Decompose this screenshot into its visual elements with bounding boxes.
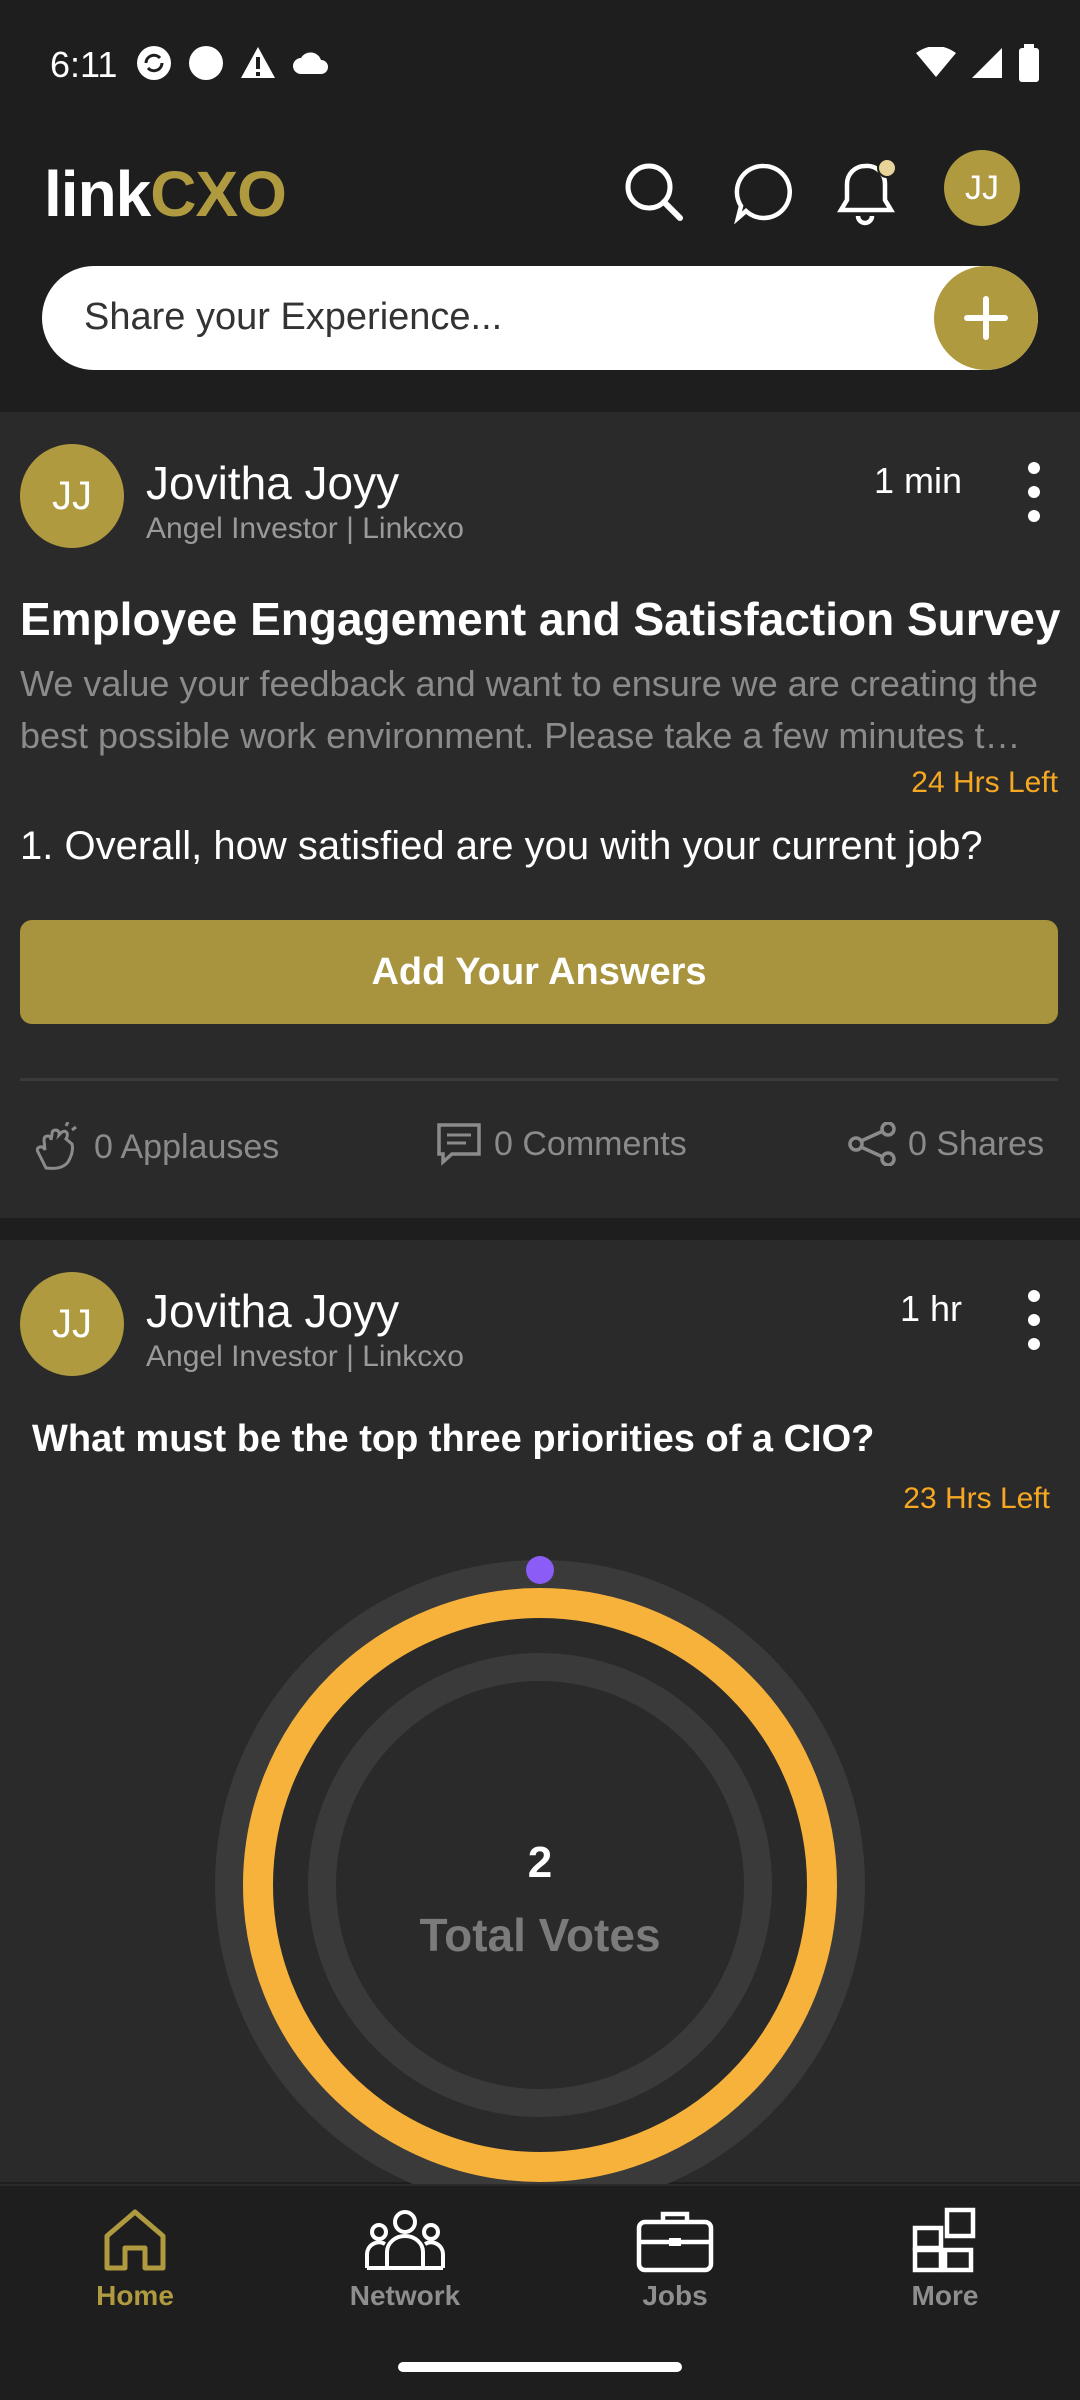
poll-question: What must be the top three priorities of… [32, 1418, 875, 1460]
sync-icon [137, 46, 171, 80]
battery-icon [1019, 44, 1039, 82]
nav-home-label: Home [96, 2280, 174, 2311]
post-time: 1 min [873, 460, 962, 501]
post-time: 1 hr [899, 1288, 962, 1329]
time-left-label: 23 Hrs Left [903, 1482, 1050, 1515]
time-left-label: 24 Hrs Left [911, 766, 1058, 799]
comments-button[interactable]: 0 Comments [436, 1122, 687, 1166]
app-header: link CXO JJ Share your Experience... [0, 128, 1080, 408]
total-votes-value: 2 [528, 1838, 552, 1887]
notifications-button[interactable] [826, 150, 910, 234]
author-avatar[interactable]: JJ [20, 444, 124, 548]
share-placeholder: Share your Experience... [84, 296, 503, 338]
messages-button[interactable] [722, 150, 806, 234]
survey-description: We value your feedback and want to ensur… [20, 663, 1038, 756]
status-system-icons [916, 44, 1040, 82]
author-role: Angel Investor | Linkcxo [146, 512, 464, 545]
nav-more[interactable]: More [845, 2206, 1045, 2312]
nav-network[interactable]: Network [305, 2206, 505, 2312]
post-header: JJ Jovitha Joyy Angel Investor | Linkcxo… [0, 1240, 1080, 1400]
nav-home[interactable]: Home [35, 2206, 235, 2312]
search-icon [625, 163, 683, 221]
wifi-icon [916, 47, 956, 77]
signal-icon [972, 48, 1002, 78]
more-options-button[interactable] [1014, 462, 1054, 522]
poll-donut-chart: 2 Total Votes [215, 1556, 865, 2210]
gesture-navigation-bar[interactable] [398, 2362, 682, 2372]
cloud-icon [293, 52, 328, 74]
warning-icon [241, 47, 275, 78]
survey-post-card: JJ Jovitha Joyy Angel Investor | Linkcxo… [0, 412, 1080, 1218]
grid-icon [912, 2207, 976, 2273]
linkcxo-logo[interactable]: link CXO [44, 154, 287, 234]
search-button[interactable] [612, 150, 696, 234]
more-options-button[interactable] [1014, 1290, 1054, 1350]
author-role: Angel Investor | Linkcxo [146, 1340, 464, 1373]
post-header: JJ Jovitha Joyy Angel Investor | Linkcxo… [0, 412, 1080, 572]
share-count: 0 Shares [908, 1124, 1045, 1163]
status-notification-icons [135, 44, 331, 82]
bell-icon [837, 158, 897, 226]
comment-icon [437, 1123, 481, 1166]
total-votes-label: Total Votes [419, 1909, 660, 1961]
nav-jobs-label: Jobs [642, 2280, 708, 2311]
circle-icon [189, 46, 223, 80]
nav-network-label: Network [349, 2280, 461, 2311]
home-icon [104, 2209, 166, 2271]
chat-icon [734, 163, 792, 224]
poll-post-card: JJ Jovitha Joyy Angel Investor | Linkcxo… [0, 1240, 1080, 2210]
add-answers-button[interactable]: Add Your Answers [20, 920, 1058, 1024]
author-name[interactable]: Jovitha Joyy [146, 1284, 399, 1338]
nav-jobs[interactable]: Jobs [575, 2206, 775, 2312]
briefcase-icon [636, 2211, 714, 2273]
status-time: 6:11 [50, 44, 118, 85]
applause-icon [35, 1122, 77, 1170]
applause-button[interactable]: 0 Applauses [32, 1122, 279, 1172]
comment-count: 0 Comments [494, 1124, 687, 1163]
profile-avatar[interactable]: JJ [944, 150, 1020, 226]
post-actions: 0 Applauses 0 Comments 0 Shares [0, 1102, 1080, 1192]
add-post-button[interactable] [934, 266, 1038, 370]
share-experience-input[interactable]: Share your Experience... [42, 266, 1038, 370]
applause-count: 0 Applauses [94, 1127, 280, 1166]
plus-icon [964, 296, 1008, 340]
status-bar: 6:11 [0, 0, 1080, 128]
author-name[interactable]: Jovitha Joyy [146, 456, 399, 510]
network-icon [365, 2210, 445, 2270]
author-avatar[interactable]: JJ [20, 1272, 124, 1376]
survey-question: 1. Overall, how satisfied are you with y… [20, 824, 983, 868]
share-icon [848, 1122, 896, 1166]
bottom-navigation: Home Network Jobs More [0, 2184, 1080, 2336]
survey-title: Employee Engagement and Satisfaction Sur… [20, 593, 1061, 645]
divider [20, 1078, 1058, 1081]
nav-more-label: More [911, 2280, 979, 2311]
share-button[interactable]: 0 Shares [848, 1122, 1044, 1166]
